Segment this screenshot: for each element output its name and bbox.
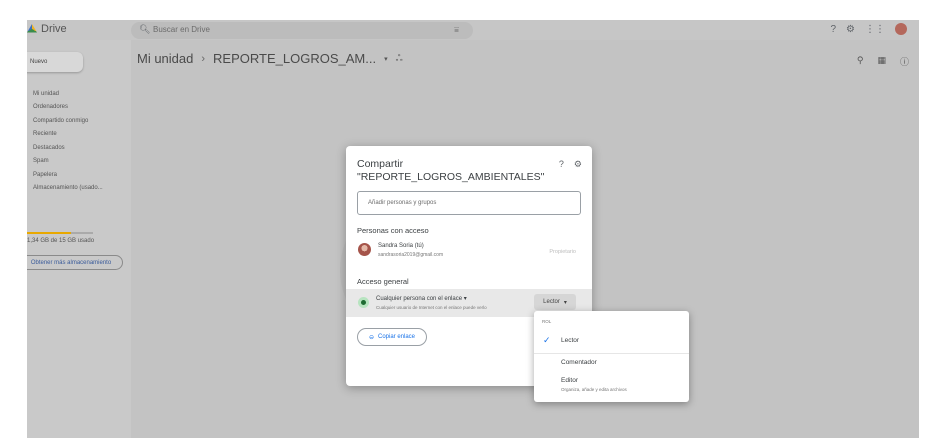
role-option-label: Editor <box>561 377 578 384</box>
general-access-description: Cualquier usuario de Internet con el enl… <box>376 305 487 310</box>
help-icon[interactable]: ? <box>830 24 836 35</box>
view-icons: ⚲ ▦ ⓘ <box>857 55 909 68</box>
people-with-access-title: Personas con acceso <box>357 226 429 235</box>
top-bar: Drive 🔍︎ Buscar en Drive ⩸ ? ⚙ ⋮⋮ <box>27 20 919 40</box>
new-button-label: Nuevo <box>30 59 48 65</box>
search-input[interactable]: Buscar en Drive <box>153 25 210 34</box>
role-option-editor[interactable]: Editor Organiza, añade y edita archivos <box>534 373 689 399</box>
sidebar-item-starred[interactable]: Destacados <box>27 141 103 155</box>
sidebar-item-my-drive[interactable]: Mi unidad <box>27 87 103 101</box>
info-icon[interactable]: ⓘ <box>900 55 909 68</box>
chevron-down-icon: ▾ <box>463 296 467 302</box>
general-access-title: Acceso general <box>357 277 409 286</box>
globe-icon <box>358 297 369 308</box>
chevron-down-icon[interactable]: ▾ <box>384 55 388 63</box>
role-option-description: Organiza, añade y edita archivos <box>561 387 627 392</box>
sidebar-item-label: Papelera <box>33 171 58 178</box>
person-name: Sandra Soria (tú) <box>378 243 424 249</box>
role-select-button[interactable]: Lector ▾ <box>534 294 576 310</box>
new-button[interactable]: Nuevo <box>27 52 83 72</box>
filter-icon[interactable]: ⚲ <box>857 55 864 68</box>
apps-icon[interactable]: ⋮⋮ <box>865 24 885 35</box>
role-option-lector[interactable]: ✓ Lector <box>534 331 689 351</box>
sidebar: Nuevo Mi unidad Ordenadores Compartido c… <box>27 40 131 438</box>
search-icon[interactable]: 🔍︎ <box>139 24 150 35</box>
sidebar-item-trash[interactable]: Papelera <box>27 168 103 182</box>
drive-logo[interactable]: Drive <box>27 23 67 35</box>
get-more-storage-button[interactable]: Obtener más almacenamiento <box>27 255 123 270</box>
grid-view-icon[interactable]: ▦ <box>877 55 886 68</box>
check-icon: ✓ <box>543 335 551 345</box>
breadcrumb-folder[interactable]: REPORTE_LOGROS_AM... <box>213 51 376 66</box>
storage-bar-fill <box>27 232 71 234</box>
sidebar-item-label: Destacados <box>33 144 65 151</box>
sidebar-item-storage[interactable]: Almacenamiento (usado... <box>27 182 103 196</box>
role-option-label: Lector <box>561 337 580 344</box>
sidebar-item-shared[interactable]: Compartido conmigo <box>27 114 103 128</box>
chevron-down-icon: ▾ <box>563 299 567 306</box>
sidebar-item-label: Compartido conmigo <box>33 117 89 124</box>
get-more-storage-label: Obtener más almacenamiento <box>30 259 112 266</box>
role-dropdown-menu: ROL ✓ Lector Comentador Editor Organiza,… <box>534 311 689 402</box>
role-option-label: Comentador <box>561 359 597 366</box>
storage-text: 1,34 GB de 15 GB usado <box>27 238 95 244</box>
avatar <box>358 243 371 256</box>
sidebar-item-recent[interactable]: Reciente <box>27 128 103 142</box>
sidebar-item-label: Spam <box>33 158 49 165</box>
help-icon[interactable]: ? <box>559 159 564 170</box>
sidebar-nav: Mi unidad Ordenadores Compartido conmigo… <box>27 87 103 195</box>
copy-link-button[interactable]: ⊖ Copiar enlace <box>357 328 427 346</box>
link-icon: ⊖ <box>368 334 374 341</box>
shared-people-icon[interactable]: ஃ <box>396 53 403 65</box>
add-people-input[interactable]: Añadir personas y grupos <box>357 191 581 215</box>
breadcrumb-separator: › <box>201 52 206 65</box>
sidebar-item-spam[interactable]: Spam <box>27 155 103 169</box>
copy-link-label: Copiar enlace <box>378 334 416 340</box>
dialog-title-line2: "REPORTE_LOGROS_AMBIENTALES" <box>357 171 545 183</box>
account-avatar[interactable] <box>895 23 907 35</box>
role-select-label: Lector <box>543 299 560 305</box>
person-role: Propietario <box>549 249 576 255</box>
sidebar-item-label: Ordenadores <box>33 104 69 111</box>
person-email: sandrasoria2019@gmail.com <box>378 252 444 258</box>
breadcrumb-root[interactable]: Mi unidad <box>137 51 193 66</box>
general-access-label: Cualquier persona con el enlace <box>376 296 463 302</box>
drive-logo-icon <box>27 24 37 34</box>
sidebar-item-label: Almacenamiento (usado... <box>33 185 103 192</box>
dialog-icons: ? ⚙ <box>559 159 582 170</box>
dialog-title: Compartir "REPORTE_LOGROS_AMBIENTALES" <box>357 158 544 184</box>
divider <box>534 353 689 354</box>
role-dropdown-header: ROL <box>542 319 552 324</box>
storage-bar <box>27 232 93 234</box>
breadcrumb: Mi unidad › REPORTE_LOGROS_AM... ▾ ஃ <box>137 51 403 66</box>
settings-icon[interactable]: ⚙ <box>574 159 582 170</box>
sidebar-item-label: Mi unidad <box>33 90 60 97</box>
add-people-placeholder: Añadir personas y grupos <box>368 200 437 206</box>
sidebar-item-computers[interactable]: Ordenadores <box>27 101 103 115</box>
role-option-comentador[interactable]: Comentador <box>534 355 689 371</box>
settings-icon[interactable]: ⚙ <box>846 24 855 35</box>
general-access-dropdown[interactable]: Cualquier persona con el enlace ▾ <box>376 295 467 302</box>
top-icons: ? ⚙ ⋮⋮ <box>830 23 907 35</box>
search-bar[interactable]: 🔍︎ Buscar en Drive ⩸ <box>131 22 473 39</box>
app-name: Drive <box>41 23 67 35</box>
search-filter-icon[interactable]: ⩸ <box>454 25 459 35</box>
dialog-title-line1: Compartir <box>357 158 404 170</box>
sidebar-item-label: Reciente <box>33 131 57 138</box>
